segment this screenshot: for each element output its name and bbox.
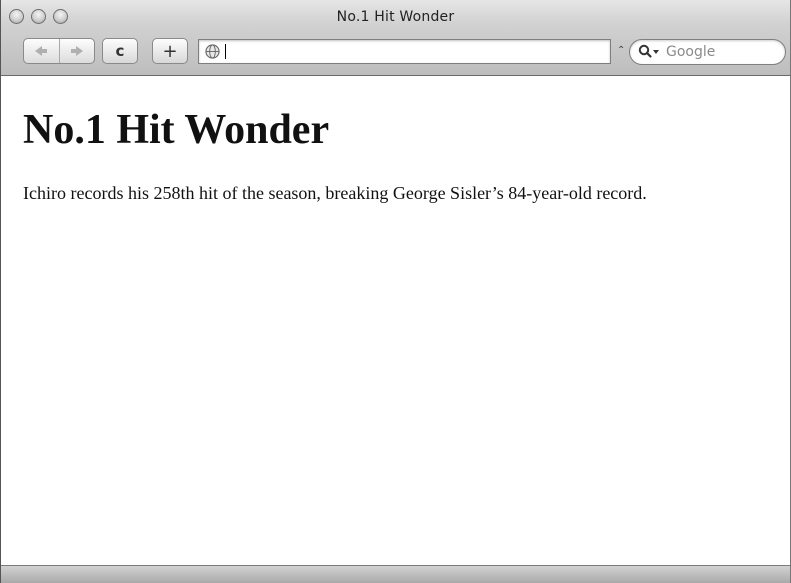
browser-window: No.1 Hit Wonder c + ⌃ Google No.1 Hit Wo… (0, 0, 791, 583)
magnifier-icon (638, 44, 659, 58)
status-bar (1, 565, 790, 583)
address-field[interactable] (198, 39, 611, 64)
globe-icon (205, 44, 220, 59)
reload-icon: c (115, 42, 125, 60)
forward-arrow-icon (70, 46, 83, 56)
back-forward-group (23, 38, 95, 64)
back-button[interactable] (24, 39, 59, 63)
text-cursor (225, 44, 226, 59)
page-paragraph: Ichiro records his 258th hit of the seas… (23, 183, 647, 203)
back-arrow-icon (35, 46, 48, 56)
window-toolbar: No.1 Hit Wonder c + ⌃ Google (1, 0, 790, 76)
page-heading: No.1 Hit Wonder (23, 107, 330, 153)
page-content: No.1 Hit Wonder Ichiro records his 258th… (1, 77, 790, 565)
window-title: No.1 Hit Wonder (336, 9, 455, 25)
forward-button[interactable] (58, 39, 95, 63)
search-input[interactable] (666, 42, 776, 62)
search-field[interactable] (629, 39, 786, 65)
reload-button[interactable]: c (102, 38, 138, 64)
add-bookmark-icon: + (162, 40, 178, 62)
add-bookmark-button[interactable]: + (152, 38, 188, 64)
snapback-button[interactable]: ⌃ (617, 45, 625, 56)
